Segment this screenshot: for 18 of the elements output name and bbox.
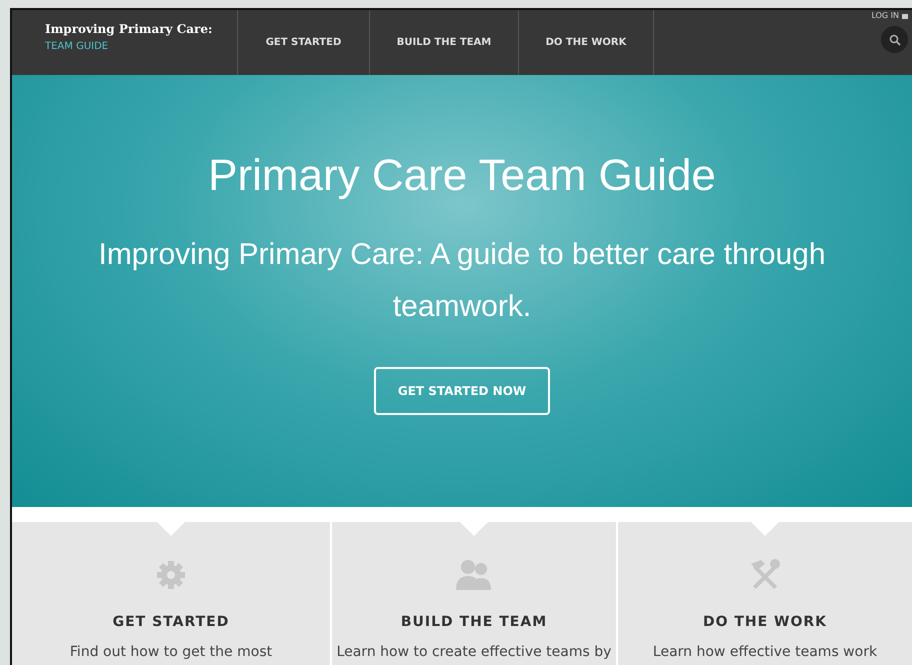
people-icon xyxy=(455,558,493,592)
hero-subtitle: Improving Primary Care: A guide to better care through teamwork. xyxy=(97,237,827,325)
card-description: Find out how to get the most xyxy=(70,644,272,660)
pointer-notch xyxy=(460,522,488,536)
login-link[interactable]: LOG IN xyxy=(871,12,908,20)
site-subtitle[interactable]: TEAM GUIDE xyxy=(45,41,108,52)
site-title[interactable]: Improving Primary Care: xyxy=(45,22,212,36)
pointer-notch xyxy=(157,522,185,536)
hero-title: Primary Care Team Guide xyxy=(208,151,716,201)
gear-icon xyxy=(154,558,188,592)
card-title: BUILD THE TEAM xyxy=(400,614,548,630)
search-button[interactable] xyxy=(881,26,908,53)
card-description: Learn how effective teams work xyxy=(652,644,878,660)
pointer-notch xyxy=(751,522,779,536)
card-title: DO THE WORK xyxy=(702,614,828,630)
search-icon xyxy=(888,34,900,46)
card-description: Learn how to create effective teams by xyxy=(336,644,612,660)
card-title: GET STARTED xyxy=(112,614,230,630)
